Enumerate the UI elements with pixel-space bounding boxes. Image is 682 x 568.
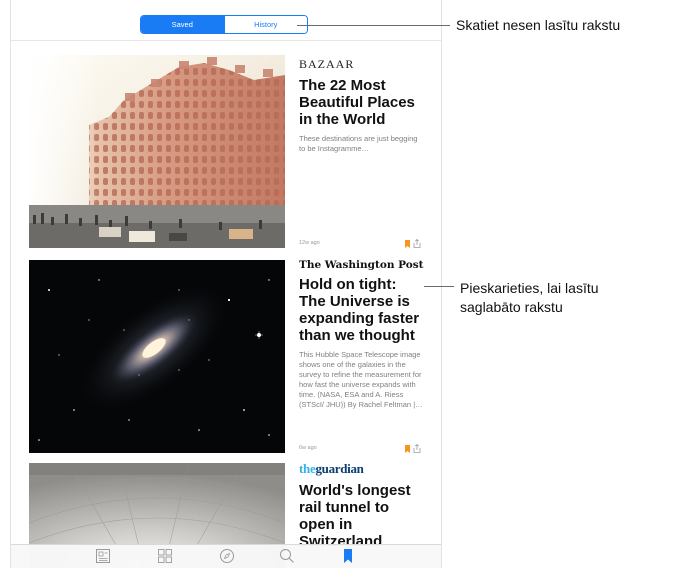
search-icon[interactable] (279, 548, 295, 564)
article-time: 12w ago (299, 240, 320, 246)
tab-bar (11, 544, 441, 568)
compass-icon[interactable] (219, 548, 235, 564)
publisher-logo: BAZAAR (299, 57, 355, 71)
for-you-icon[interactable] (95, 548, 111, 564)
article-snippet: This Hubble Space Telescope image shows … (299, 350, 423, 409)
article-headline[interactable]: The 22 Most Beautiful Places in the Worl… (299, 77, 425, 128)
article-text: BAZAAR The 22 Most Beautiful Places in t… (299, 57, 425, 154)
bookmark-icon[interactable] (340, 548, 356, 564)
saved-callout-line (424, 286, 454, 287)
publisher-logo-prefix: the (299, 461, 316, 476)
share-icon[interactable] (413, 239, 421, 248)
article-snippet: These destinations are just begging to b… (299, 134, 418, 153)
palace-photo (29, 55, 285, 248)
publisher-logo-main: guardian (315, 461, 364, 476)
galaxy-photo (29, 260, 285, 453)
article-text: The Washington Post Hold on tight: The U… (299, 259, 425, 410)
article-time: 6w ago (299, 445, 317, 451)
saved-segment[interactable]: Saved (141, 16, 224, 33)
history-callout-line (297, 25, 450, 26)
article-meta: 6w ago (299, 444, 425, 455)
article-meta: 12w ago (299, 239, 425, 250)
publisher-logo: theguardian (299, 461, 425, 477)
explore-icon[interactable] (157, 548, 173, 564)
bookmark-icon[interactable] (405, 240, 410, 248)
history-callout: Skatiet nesen lasītu rakstu (456, 17, 621, 33)
article-headline[interactable]: Hold on tight: The Universe is expanding… (299, 276, 425, 344)
article-headline[interactable]: World's longest rail tunnel to open in S… (299, 482, 425, 550)
saved-callout-line-1: Pieskarieties, lai lasītu (460, 280, 599, 296)
article-thumbnail[interactable] (29, 260, 285, 453)
history-segment[interactable]: History (223, 16, 307, 33)
bookmark-icon[interactable] (405, 445, 410, 453)
share-icon[interactable] (413, 444, 421, 453)
publisher-logo: The Washington Post (299, 259, 424, 271)
header-divider (11, 40, 441, 41)
saved-history-segmented-control[interactable]: Saved History (140, 15, 308, 34)
article-thumbnail[interactable] (29, 55, 285, 248)
news-app-screen: Saved History BAZAAR The 22 Most Beautif… (10, 0, 442, 568)
saved-callout-line-2: saglabāto rakstu (460, 299, 563, 315)
article-text: theguardian World's longest rail tunnel … (299, 461, 425, 550)
